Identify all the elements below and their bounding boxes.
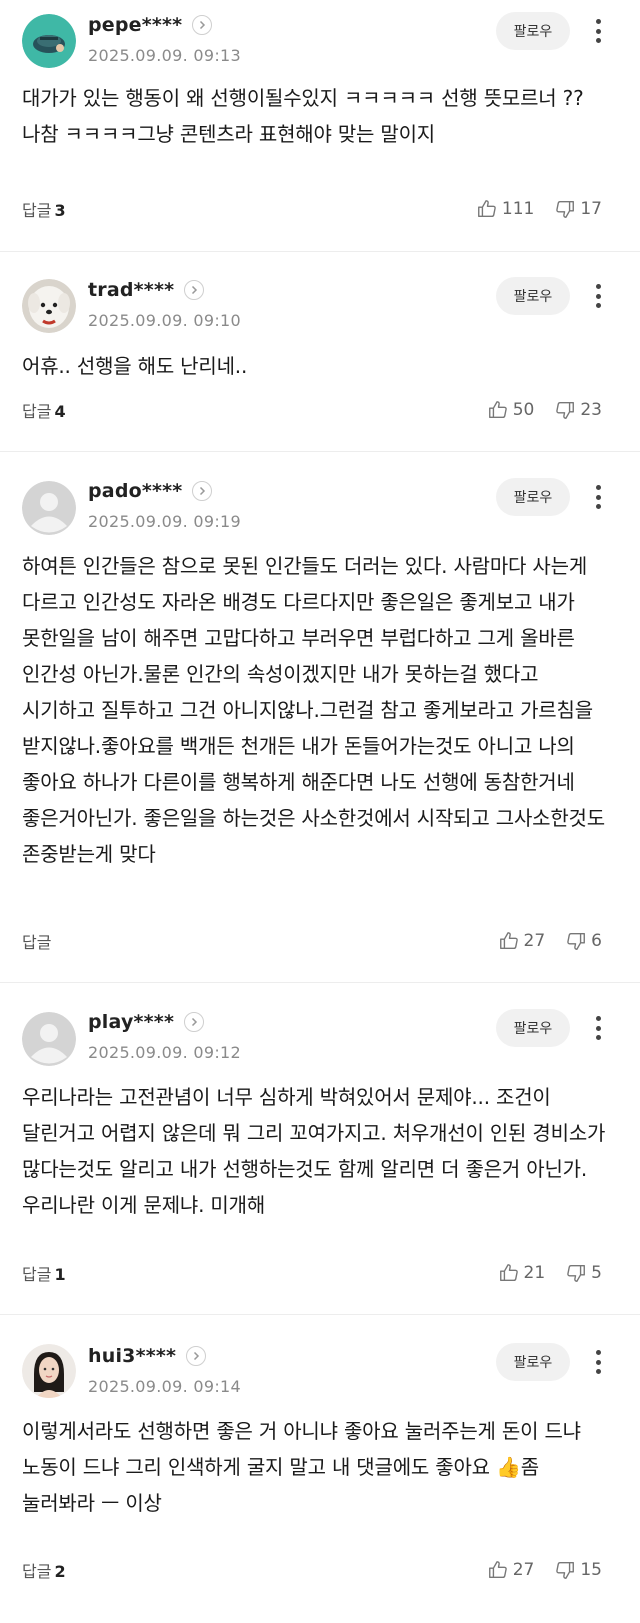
more-options-icon[interactable] xyxy=(592,1347,604,1377)
follow-button[interactable]: 팔로우 xyxy=(496,478,570,516)
avatar[interactable] xyxy=(22,1344,76,1398)
thumbs-down-icon xyxy=(556,1561,575,1579)
reply-button[interactable]: 답글 3 xyxy=(22,197,66,221)
comment-text: 어휴.. 선행을 해도 난리네.. xyxy=(22,354,248,378)
dislike-count: 6 xyxy=(591,931,602,951)
comment-item: pepe**** 2025.09.09. 09:13 팔로우 대가가 있는 행동… xyxy=(0,0,640,252)
reply-label: 답글 xyxy=(22,1562,52,1581)
thumbs-down-icon xyxy=(567,1264,586,1282)
comment-date: 2025.09.09. 09:19 xyxy=(88,512,241,531)
comment-list: pepe**** 2025.09.09. 09:13 팔로우 대가가 있는 행동… xyxy=(0,0,640,1615)
reply-count: 4 xyxy=(54,402,66,421)
avatar[interactable] xyxy=(22,279,76,333)
more-options-icon[interactable] xyxy=(592,16,604,46)
follow-button[interactable]: 팔로우 xyxy=(496,277,570,315)
comment-text: 우리나라는 고전관념이 너무 심하게 박혀있어서 문제야... 조건이 달린거고… xyxy=(22,1085,606,1217)
comment-date: 2025.09.09. 09:13 xyxy=(88,46,241,65)
reply-label: 답글 xyxy=(22,933,52,952)
reply-button[interactable]: 답글 2 xyxy=(22,1558,66,1582)
like-count: 111 xyxy=(501,199,535,219)
thumbs-down-icon xyxy=(567,932,586,950)
comment-text: 이렇게서라도 선행하면 좋은 거 아니냐 좋아요 눌러주는게 돈이 드냐 노동이… xyxy=(22,1419,581,1515)
like-button[interactable]: 27 xyxy=(498,930,546,952)
dislike-count: 23 xyxy=(580,400,602,420)
like-button[interactable]: 50 xyxy=(487,399,535,421)
comment-item: hui3**** 2025.09.09. 09:14 팔로우 이렇게서라도 선행… xyxy=(0,1315,640,1615)
dislike-count: 17 xyxy=(580,199,602,219)
like-count: 50 xyxy=(512,400,535,420)
chevron-right-icon[interactable] xyxy=(192,481,213,501)
comment-item: pado**** 2025.09.09. 09:19 팔로우 하여튼 인간들은 … xyxy=(0,452,640,983)
comment-text: 대가가 있는 행동이 왜 선행이될수있지 ㅋㅋㅋㅋㅋ 선행 뜻모르너 ?? 나참… xyxy=(22,86,584,146)
like-count: 21 xyxy=(523,1263,546,1283)
comment-item: play**** 2025.09.09. 09:12 팔로우 우리나라는 고전관… xyxy=(0,983,640,1315)
chevron-right-icon[interactable] xyxy=(186,1346,207,1366)
thumbs-down-icon xyxy=(556,401,575,419)
comment-date: 2025.09.09. 09:14 xyxy=(88,1377,241,1396)
nickname[interactable]: pado**** xyxy=(88,480,182,502)
reply-count: 1 xyxy=(54,1265,66,1284)
follow-button[interactable]: 팔로우 xyxy=(496,1343,570,1381)
dislike-button[interactable]: 23 xyxy=(554,399,602,421)
reply-label: 답글 xyxy=(22,1265,52,1284)
reply-button[interactable]: 답글 4 xyxy=(22,398,66,422)
reply-button[interactable]: 답글 xyxy=(22,929,54,953)
like-button[interactable]: 27 xyxy=(487,1559,535,1581)
follow-button[interactable]: 팔로우 xyxy=(496,12,570,50)
chevron-right-icon[interactable] xyxy=(184,280,205,300)
more-options-icon[interactable] xyxy=(592,482,604,512)
dislike-button[interactable]: 15 xyxy=(554,1559,602,1581)
thumbs-up-icon xyxy=(488,1561,507,1579)
thumbs-up-icon xyxy=(488,401,507,419)
follow-button[interactable]: 팔로우 xyxy=(496,1009,570,1047)
reply-count: 3 xyxy=(54,201,66,220)
like-button[interactable]: 21 xyxy=(498,1262,546,1284)
more-options-icon[interactable] xyxy=(592,1013,604,1043)
nickname[interactable]: trad**** xyxy=(88,279,174,301)
reply-button[interactable]: 답글 1 xyxy=(22,1261,66,1285)
like-button[interactable]: 111 xyxy=(476,198,534,220)
avatar[interactable] xyxy=(22,14,76,68)
nickname[interactable]: play**** xyxy=(88,1011,174,1033)
comment-date: 2025.09.09. 09:10 xyxy=(88,311,241,330)
thumbs-up-icon xyxy=(477,200,496,218)
comment-text: 하여튼 인간들은 참으로 못된 인간들도 더러는 있다. 사람마다 사는게 다르… xyxy=(22,554,605,866)
dislike-count: 15 xyxy=(580,1560,602,1580)
comment-date: 2025.09.09. 09:12 xyxy=(88,1043,241,1062)
nickname[interactable]: pepe**** xyxy=(88,14,182,36)
reply-count: 2 xyxy=(54,1562,66,1581)
dislike-button[interactable]: 5 xyxy=(565,1262,602,1284)
thumbs-up-icon xyxy=(499,932,518,950)
thumbs-down-icon xyxy=(556,200,575,218)
more-options-icon[interactable] xyxy=(592,281,604,311)
thumbs-up-icon xyxy=(499,1264,518,1282)
reply-label: 답글 xyxy=(22,402,52,421)
dislike-count: 5 xyxy=(591,1263,602,1283)
avatar[interactable] xyxy=(22,481,76,535)
dislike-button[interactable]: 17 xyxy=(554,198,602,220)
avatar[interactable] xyxy=(22,1012,76,1066)
chevron-right-icon[interactable] xyxy=(192,15,213,35)
like-count: 27 xyxy=(512,1560,535,1580)
comment-item: trad**** 2025.09.09. 09:10 팔로우 어휴.. 선행을 … xyxy=(0,252,640,452)
reply-label: 답글 xyxy=(22,201,52,220)
dislike-button[interactable]: 6 xyxy=(565,930,602,952)
nickname[interactable]: hui3**** xyxy=(88,1345,176,1367)
like-count: 27 xyxy=(523,931,546,951)
chevron-right-icon[interactable] xyxy=(184,1012,205,1032)
